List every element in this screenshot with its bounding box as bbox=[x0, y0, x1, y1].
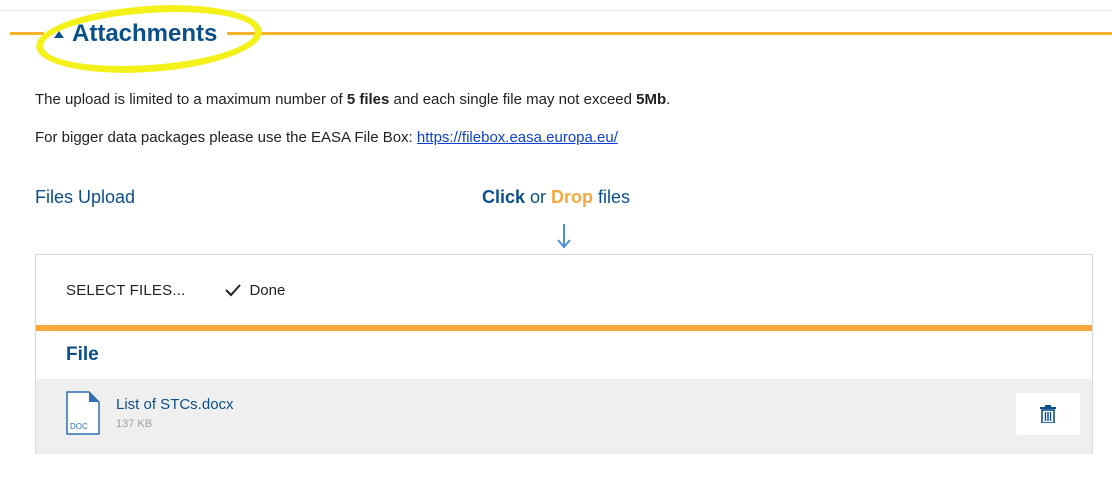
file-type-badge: DOC bbox=[70, 422, 88, 431]
hint-click: Click bbox=[482, 187, 526, 207]
top-divider bbox=[0, 10, 1112, 11]
file-size: 137 KB bbox=[116, 418, 153, 430]
filebox-link[interactable]: https://filebox.easa.europa.eu/ bbox=[417, 129, 618, 146]
section-title: Attachments bbox=[72, 20, 218, 47]
doc-file-icon: DOC bbox=[66, 391, 100, 435]
done-label: Done bbox=[249, 281, 286, 299]
file-name-link[interactable]: List of STCs.docx bbox=[116, 396, 234, 413]
trash-icon bbox=[1040, 405, 1056, 423]
info-text: The upload is limited to a maximum numbe… bbox=[35, 91, 347, 108]
upload-widget: SELECT FILES... Done File DOC List of ST… bbox=[35, 254, 1093, 454]
drop-zone-hint[interactable]: Click or Drop files bbox=[482, 187, 630, 208]
caret-up-icon bbox=[54, 30, 64, 38]
attachments-section-toggle[interactable]: Attachments bbox=[44, 17, 228, 51]
done-button[interactable]: Done bbox=[225, 282, 285, 299]
arrow-down-icon bbox=[557, 224, 571, 249]
hint-files: files bbox=[593, 187, 631, 207]
max-files-value: 5 files bbox=[346, 91, 390, 108]
hint-or: or bbox=[525, 187, 552, 207]
table-row: DOC List of STCs.docx 137 KB bbox=[36, 379, 1092, 454]
delete-file-button[interactable] bbox=[1016, 393, 1080, 435]
files-upload-label: Files Upload bbox=[35, 187, 136, 207]
info-text: For bigger data packages please use the … bbox=[35, 129, 417, 146]
upload-toolbar: SELECT FILES... Done bbox=[36, 255, 1092, 325]
filebox-info-text: For bigger data packages please use the … bbox=[35, 129, 618, 146]
info-text: . bbox=[666, 91, 671, 108]
select-files-button[interactable]: SELECT FILES... bbox=[66, 282, 185, 299]
hint-drop: Drop bbox=[551, 187, 594, 207]
max-size-value: 5Mb bbox=[636, 91, 667, 108]
column-header-file: File bbox=[66, 344, 99, 365]
info-text: and each single file may not exceed bbox=[389, 91, 637, 108]
checkmark-icon bbox=[225, 284, 242, 297]
upload-limit-text: The upload is limited to a maximum numbe… bbox=[35, 91, 670, 108]
table-header: File bbox=[36, 331, 1092, 380]
